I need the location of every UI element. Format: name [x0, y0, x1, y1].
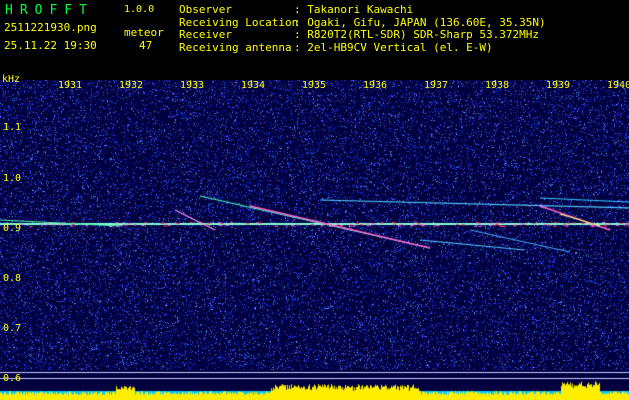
- x-tick-label: 1933: [180, 80, 205, 91]
- x-tick-label: 1937: [424, 80, 449, 91]
- y-tick-label: 0.6: [3, 373, 22, 384]
- app-version: 1.0.0: [124, 4, 155, 15]
- x-tick-label: 1939: [546, 80, 571, 91]
- y-tick-label: 1.0: [3, 173, 22, 184]
- meteor-count: 47: [139, 39, 153, 52]
- x-tick-label: 1938: [485, 80, 510, 91]
- x-tick-label: 1936: [363, 80, 388, 91]
- y-tick-label: 1.1: [3, 122, 22, 133]
- station-info: Observer: Takanori Kawachi Receiving Loc…: [179, 3, 546, 54]
- y-tick-label: 0.8: [3, 273, 22, 284]
- x-tick-label: 1934: [241, 80, 266, 91]
- x-tick-label: 1935: [302, 80, 327, 91]
- file-name: 2511221930.png: [4, 21, 97, 34]
- y-tick-label: 0.7: [3, 323, 22, 334]
- meteor-label: meteor: [124, 26, 164, 39]
- x-tick-label: 1940: [607, 80, 629, 91]
- spectrogram-plot: [0, 80, 629, 400]
- app-name: HROFFT: [5, 3, 94, 18]
- station-row-antenna: Receiving antenna: 2el-HB9CV Vertical (e…: [179, 40, 493, 54]
- header-panel: HROFFT 1.0.0 2511221930.png 25.11.22 19:…: [0, 0, 629, 80]
- capture-datetime: 25.11.22 19:30: [4, 39, 97, 52]
- y-tick-label: 0.9: [3, 223, 22, 234]
- frequency-unit-label: kHz: [2, 74, 21, 85]
- x-tick-label: 1931: [58, 80, 83, 91]
- x-tick-label: 1932: [119, 80, 144, 91]
